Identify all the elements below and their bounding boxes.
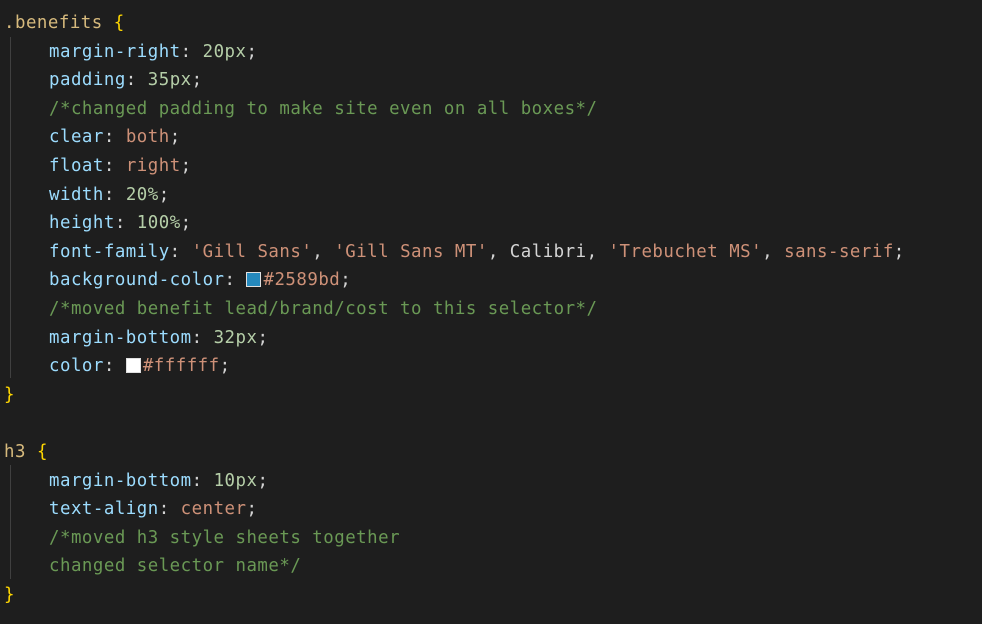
- css-property: margin-right: [49, 41, 181, 62]
- code-line-comment: changed selector name*/: [0, 552, 301, 581]
- css-string-value: 'Gill Sans MT': [334, 241, 488, 262]
- code-line-selector: .benefits {: [0, 9, 125, 38]
- css-value: both: [125, 127, 170, 148]
- css-property: color: [49, 356, 104, 377]
- css-property: padding: [49, 70, 126, 91]
- code-editor[interactable]: .benefits { margin-right: 20px; padding:…: [0, 0, 982, 624]
- css-comment: /*moved benefit lead/brand/cost to this …: [49, 299, 598, 319]
- css-comment: /*moved h3 style sheets together: [49, 527, 401, 548]
- open-brace: {: [36, 442, 48, 462]
- css-property: font-family: [49, 241, 170, 262]
- code-line-declaration: margin-bottom: 32px;: [49, 327, 269, 348]
- code-line-comment: /*moved h3 style sheets together: [0, 524, 400, 553]
- css-selector: .benefits: [4, 13, 103, 33]
- css-value: 20%: [125, 184, 159, 205]
- code-line-declaration: margin-bottom: 10px;: [49, 470, 269, 491]
- css-value: 100%: [136, 213, 181, 234]
- css-value: 35px: [147, 70, 192, 91]
- css-string-value: 'Gill Sans': [191, 241, 313, 262]
- code-line-font-family: font-family: 'Gill Sans', 'Gill Sans MT'…: [49, 241, 905, 262]
- code-line-close: }: [0, 581, 15, 610]
- css-property: clear: [49, 127, 104, 148]
- code-line-color: color: #ffffff;: [49, 356, 231, 377]
- css-keyword-value: sans-serif: [784, 241, 894, 262]
- close-brace: }: [4, 384, 15, 405]
- css-value: right: [125, 156, 181, 176]
- css-color-value: #ffffff: [142, 356, 220, 377]
- code-line-background-color: background-color: #2589bd;: [49, 270, 352, 291]
- code-line-declaration: clear: both;: [49, 127, 181, 148]
- css-property: margin-bottom: [49, 470, 192, 491]
- css-font-name: Calibri: [509, 241, 587, 262]
- open-brace: {: [113, 13, 125, 33]
- code-line-declaration: text-align: center;: [49, 499, 258, 520]
- css-value: center: [180, 499, 247, 520]
- code-line-declaration: padding: 35px;: [49, 70, 203, 91]
- css-string-value: 'Trebuchet MS': [608, 241, 763, 262]
- css-property: height: [49, 213, 115, 234]
- css-selector: h3: [4, 442, 26, 462]
- code-line-declaration: width: 20%;: [49, 184, 170, 205]
- css-property: margin-bottom: [49, 327, 192, 348]
- css-property: width: [49, 184, 104, 205]
- close-brace: }: [4, 585, 15, 605]
- css-comment: changed selector name*/: [49, 556, 302, 577]
- css-property: float: [49, 156, 104, 176]
- color-swatch-icon[interactable]: [246, 272, 262, 288]
- css-color-value: #2589bd: [263, 270, 341, 291]
- css-value: 32px: [213, 327, 258, 348]
- css-value: 20px: [202, 41, 247, 62]
- color-swatch-icon[interactable]: [125, 358, 141, 374]
- css-property: text-align: [49, 499, 159, 520]
- css-property: background-color: [49, 270, 225, 291]
- code-line-declaration: height: 100%;: [49, 213, 192, 234]
- code-line-comment: /*moved benefit lead/brand/cost to this …: [0, 295, 598, 324]
- css-value: 10px: [213, 470, 258, 491]
- css-comment: /*changed padding to make site even on a…: [49, 98, 598, 119]
- code-line-declaration: float: right;: [49, 156, 192, 176]
- code-line-selector: h3 {: [0, 438, 48, 467]
- code-line-declaration: margin-right: 20px;: [49, 41, 258, 62]
- code-line-comment: /*changed padding to make site even on a…: [0, 95, 598, 124]
- code-line-close: }: [0, 381, 15, 410]
